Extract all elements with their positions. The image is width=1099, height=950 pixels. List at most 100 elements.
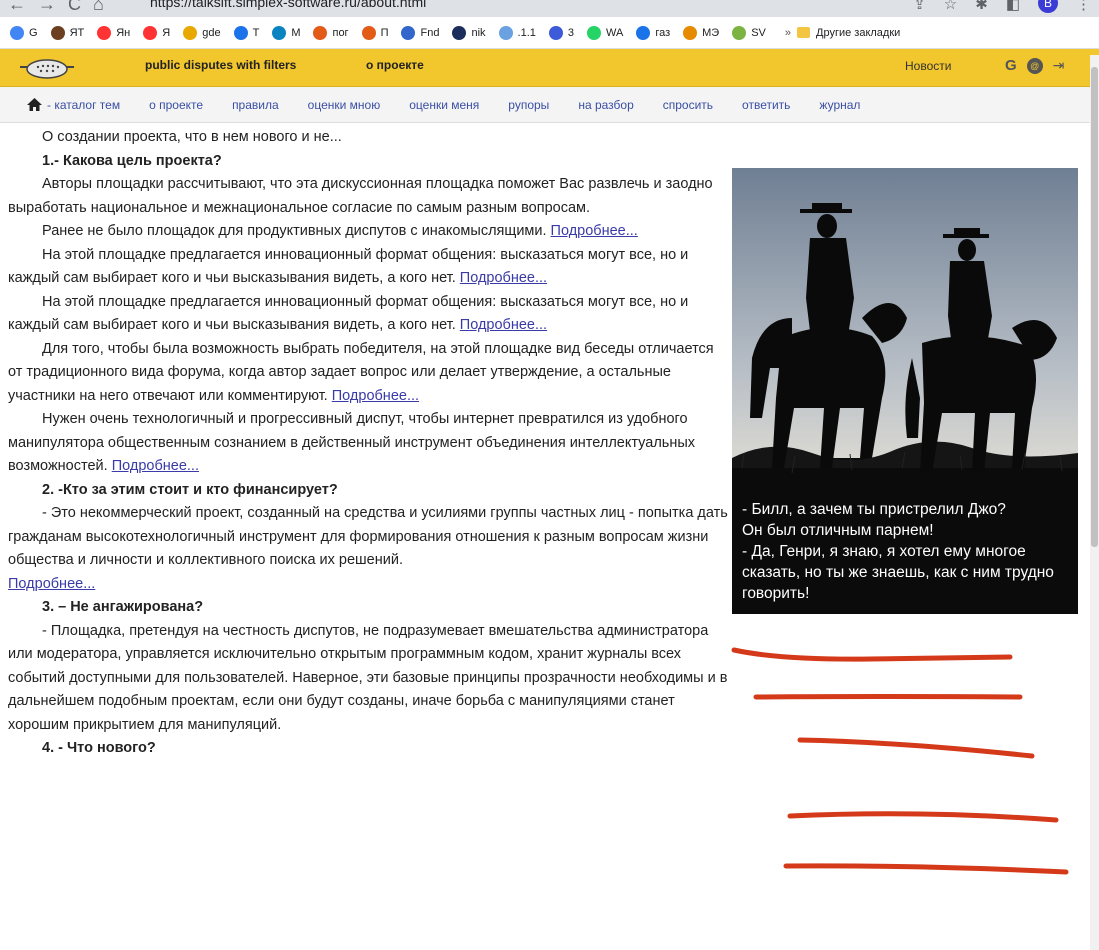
bookmark-favicon-icon [183,25,198,40]
other-bookmarks-label: Другие закладки [816,26,901,39]
paragraph: На этой площадке предлагается инновацион… [8,246,689,287]
profile-avatar[interactable]: B [1038,0,1058,13]
bookmark-label: П [380,26,389,39]
bookmark-item[interactable]: МЭ [683,25,720,40]
paragraph: На этой площадке предлагается инновацион… [8,293,689,334]
header-about-link[interactable]: о проекте [366,58,424,72]
menu-megaphones[interactable]: рупоры [508,98,549,112]
paragraph: Для того, чтобы была возможность выбрать… [8,340,714,404]
more-link[interactable]: Подробнее... [551,223,638,239]
header-news-link[interactable]: Новости [905,59,951,73]
bookmark-item[interactable]: Я [143,25,170,40]
bookmark-item[interactable]: газ [636,25,670,40]
bookmarks-bar: G ЯТ Ян Яgde Т Мпог П Fnd nik .1.1 3 WA газ МЭ SV » Друг… [0,17,1099,49]
menu-review[interactable]: на разбор [578,98,633,112]
main-menu: - каталог тем о проекте правила оценки м… [0,87,1099,123]
menu-about[interactable]: о проекте [149,98,203,112]
folder-icon [797,27,811,38]
bookmark-item[interactable]: пог [313,25,349,40]
sidepanel-icon[interactable]: ◧ [1006,0,1020,13]
bookmark-label: SV [751,26,766,39]
home-icon[interactable] [26,97,43,112]
bookmark-item[interactable]: ЯТ [50,25,85,40]
page-scrollbar[interactable] [1090,55,1099,950]
bookmark-favicon-icon [401,25,416,40]
other-bookmarks[interactable]: Другие закладки [797,27,900,39]
bookmark-label: ЯТ [69,26,85,39]
menu-journal[interactable]: журнал [819,98,860,112]
site-title[interactable]: public disputes with filters [145,58,296,72]
bookmark-label: 3 [567,26,574,39]
browser-controls: ⇪ ☆ ✱ ◧ B ⋮ [913,0,1091,13]
bookmark-item[interactable]: G [10,25,38,40]
bookmark-label: G [29,26,38,39]
scrollbar-thumb[interactable] [1091,67,1098,547]
bookmark-favicon-icon [313,25,328,40]
colander-logo-icon[interactable] [18,54,76,80]
image-caption: - Билл, а зачем ты пристрелил Джо? Он бы… [742,499,1072,604]
bookmark-favicon-icon [143,25,158,40]
bookmark-item[interactable]: nik [452,25,486,40]
paragraph: - Площадка, претендуя на честность диспу… [8,622,728,733]
bookmark-label: nik [471,26,486,39]
bookmark-favicon-icon [548,25,563,40]
bookmarks-more-button[interactable]: » [785,27,791,39]
header-icons: G @ ⇥ [1005,57,1064,74]
bookmark-label: .1.1 [517,26,536,39]
more-link[interactable]: Подробнее... [460,317,547,333]
bookmark-item[interactable]: 3 [548,25,574,40]
caption-line: - Да, Генри, я знаю, я хотел ему многое … [742,543,1054,602]
bookmark-label: пог [332,26,349,39]
menu-ask[interactable]: спросить [663,98,713,112]
paragraph: Нужен очень технологичный и прогрессивны… [8,411,696,474]
extensions-icon[interactable]: ✱ [975,0,988,13]
more-link[interactable]: Подробнее... [460,270,547,286]
paragraph: - Это некоммерческий проект, созданный н… [8,505,728,592]
heading-goal: 1.- Какова цель проекта? [42,152,222,169]
paragraph: Ранее не было площадок для продуктивных … [42,223,638,239]
bookmark-item[interactable]: .1.1 [498,25,536,40]
bookmark-label: МЭ [702,26,720,39]
bookmark-label: Ян [116,26,131,39]
bookmark-label: М [291,26,301,39]
bookmark-label: WA [606,26,624,39]
menu-rules[interactable]: правила [232,98,279,112]
more-link[interactable]: Подробнее... [112,458,199,474]
bookmark-favicon-icon [732,25,747,40]
bookmark-favicon-icon [361,25,376,40]
address-bar[interactable]: https://talksift.simplex-software.ru/abo… [150,0,426,10]
bookmark-item[interactable]: Ян [97,25,131,40]
site-header: public disputes with filters о проекте Н… [0,49,1099,87]
bookmark-item[interactable]: Fnd [401,25,440,40]
bookmark-item[interactable]: WA [587,25,624,40]
menu-answer[interactable]: ответить [742,98,790,112]
menu-catalog[interactable]: - каталог тем [47,98,120,112]
menu-ratings-of-me[interactable]: оценки меня [409,98,479,112]
share-icon[interactable]: ⇪ [913,0,926,13]
bookmark-item[interactable]: gde [183,25,221,40]
bookmark-item[interactable]: SV [732,25,766,40]
google-login-icon[interactable]: G [1005,57,1017,74]
bookmark-label: gde [202,26,221,39]
browser-toolbar: ←→C⌂ https://talksift.simplex-software.r… [0,0,1099,17]
nav-buttons[interactable]: ←→C⌂ [8,0,116,15]
bookmark-favicon-icon [636,25,651,40]
more-link[interactable]: Подробнее... [332,388,419,404]
bookmark-item[interactable]: Т [233,25,260,40]
bookmark-label: Fnd [420,26,440,39]
bookmark-favicon-icon [452,25,467,40]
menu-ratings-by-me[interactable]: оценки мною [308,98,381,112]
star-icon[interactable]: ☆ [944,0,957,13]
mailru-login-icon[interactable]: @ [1026,57,1043,74]
bookmark-favicon-icon [272,25,287,40]
more-link[interactable]: Подробнее... [8,576,95,592]
bookmark-item[interactable]: П [361,25,389,40]
heading-whats-new: 4. - Что нового? [42,740,156,756]
heading-funding: 2. -Кто за этим стоит и кто финансирует? [42,481,338,498]
bookmark-label: Т [252,26,260,39]
bookmark-item[interactable]: М [272,25,301,40]
heading-independence: 3. – Не ангажирована? [42,599,204,615]
login-icon[interactable]: ⇥ [1053,57,1065,74]
menu-icon[interactable]: ⋮ [1076,0,1091,13]
article: О создании проекта, что в нем нового и н… [8,126,728,761]
